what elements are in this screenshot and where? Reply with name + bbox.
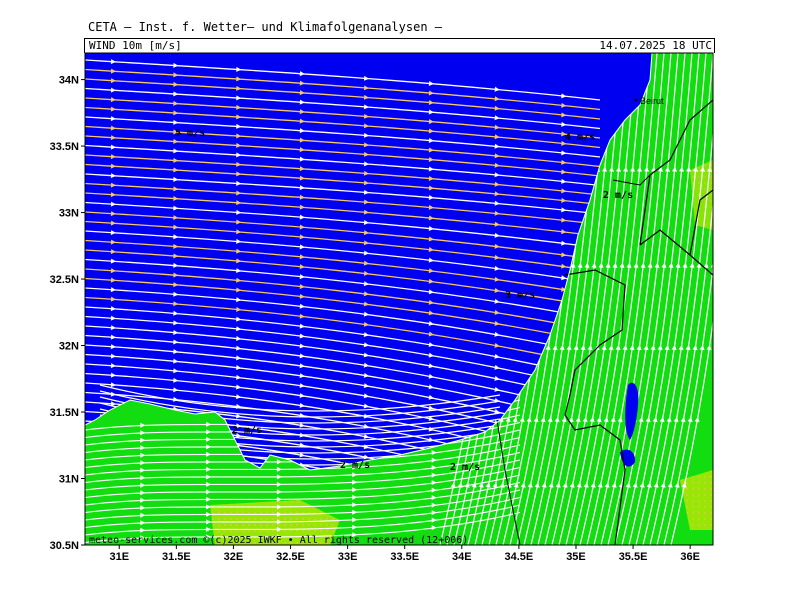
speed-label: 3 m/s [505,290,535,301]
lon-tick-label: 36E [680,551,700,563]
wind-arrow [494,563,500,569]
lon-tick-label: 32E [224,551,244,563]
lat-tick-label: 32.5N [50,274,79,286]
speed-label: 2 m/s [603,190,633,201]
lon-tick-label: 33E [338,551,358,563]
wind-arrow [721,166,726,171]
speed-label: 4 m/s [565,132,595,143]
lat-tick-label: 31.5N [50,407,79,419]
longitude-axis: 31E 31.5E 32E 32.5E 33E 33.5E 34E 34.5E 35E 35.5E… [109,545,700,563]
speed-label: 2 m/s [340,460,370,471]
speed-label: 2 m/s [450,462,480,473]
speed-label: 2 m/s [232,425,262,436]
wind-arrow [718,262,724,268]
lon-tick-label: 33.5E [390,551,419,563]
speed-label: 5 m/s [175,128,205,139]
wind-map: 31E 31.5E 32E 32.5E 33E 33.5E 34E 34.5E 35E 35.5E… [50,52,733,593]
wind-arrow [561,564,567,570]
lat-tick-label: 32N [59,341,79,353]
city-label-beirut: Beirut [640,96,664,106]
wind-arrow [561,587,567,593]
wind-arrow [494,552,500,558]
lon-tick-label: 31.5E [162,551,191,563]
lat-tick-label: 31N [59,474,79,486]
latitude-axis: 34N 33.5N 33N 32.5N 32N 31.5N 31N 30.5N [50,75,85,552]
lat-tick-label: 30.5N [50,540,79,552]
lon-tick-label: 35E [566,551,586,563]
lon-tick-label: 35.5E [619,551,648,563]
lat-tick-label: 34N [59,75,79,87]
wind-arrow [728,166,733,171]
footer-credit: meteo-services.com ©(c)2025 IWKF • All r… [89,535,468,546]
wind-arrow [561,575,567,581]
lon-tick-label: 34E [452,551,472,563]
lon-tick-label: 31E [109,551,129,563]
wind-arrow [714,166,719,171]
lat-tick-label: 33N [59,208,79,220]
lon-tick-label: 32.5E [276,551,305,563]
city-marker [634,98,638,102]
lat-tick-label: 33.5N [50,141,79,153]
lon-tick-label: 34.5E [505,551,534,563]
